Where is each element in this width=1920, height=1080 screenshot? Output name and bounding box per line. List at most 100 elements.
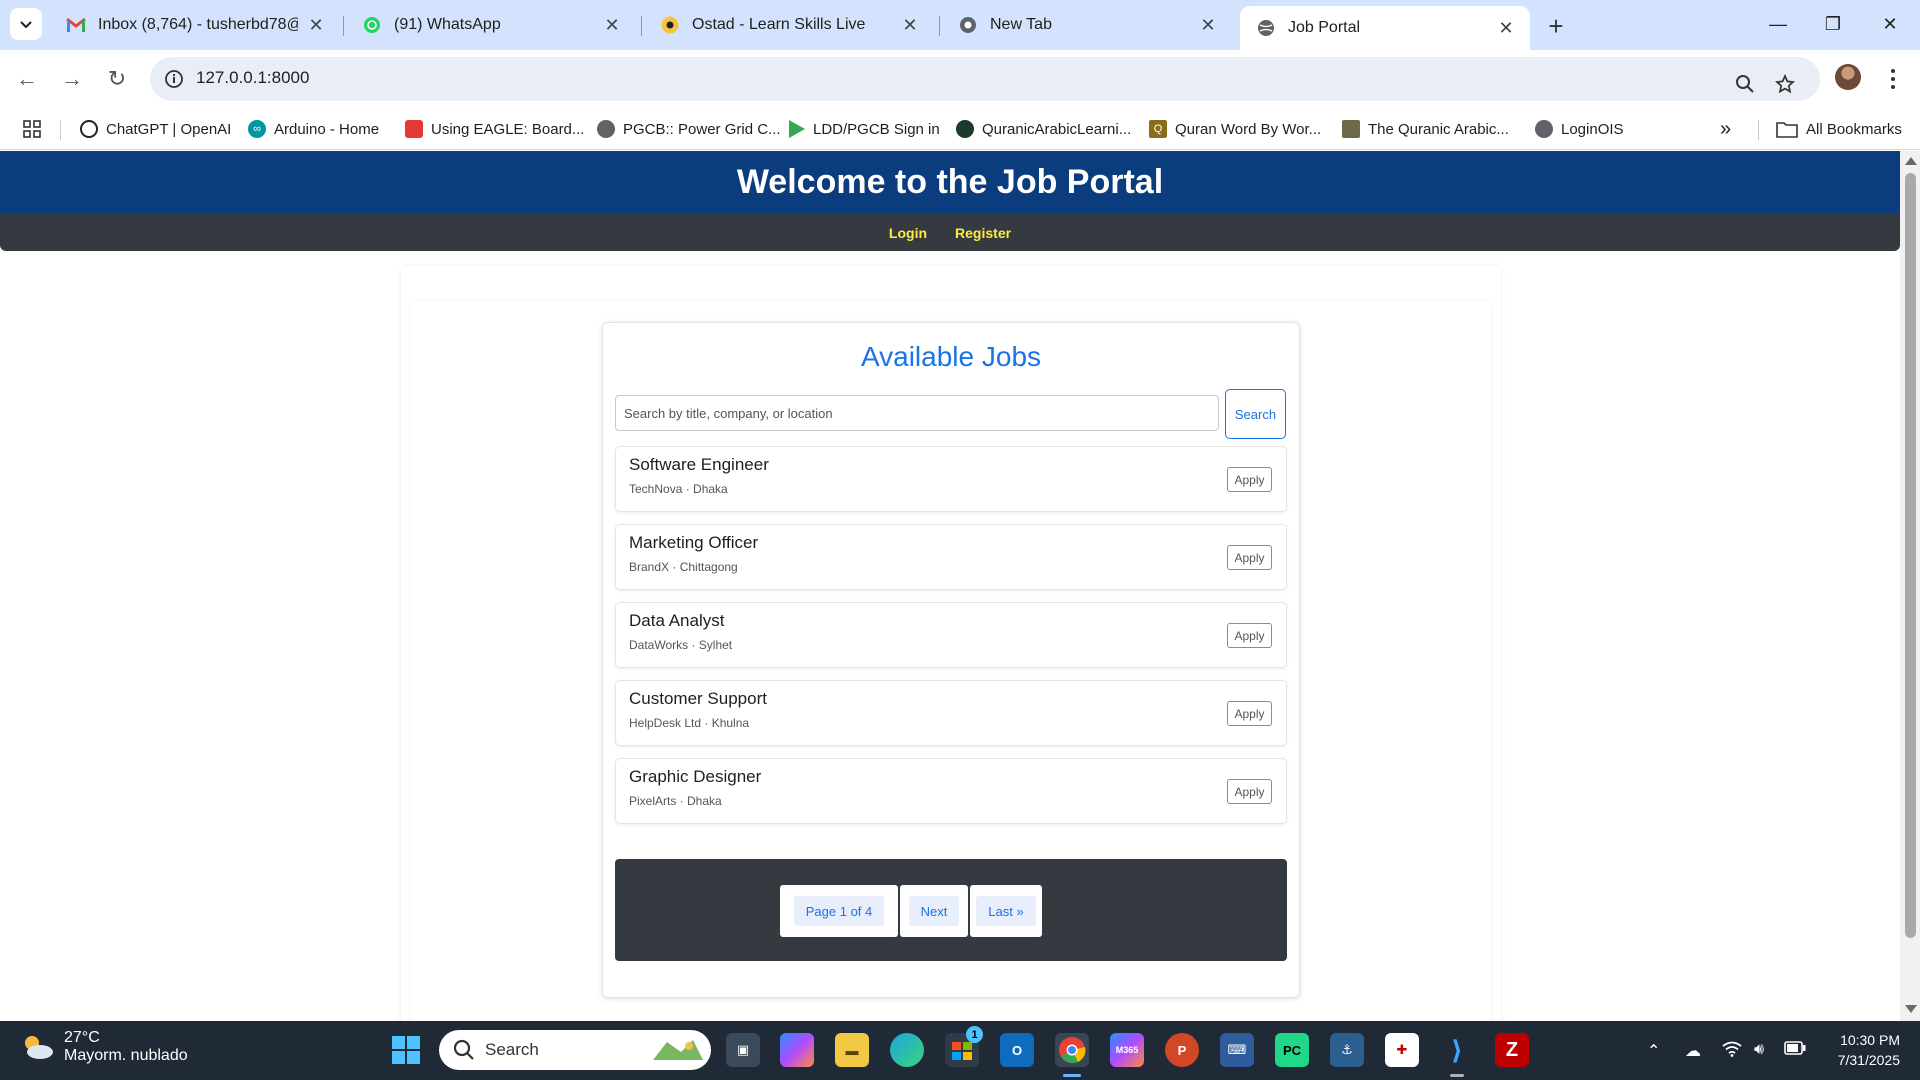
task-view-icon[interactable]: ▣ (726, 1033, 760, 1067)
register-link[interactable]: Register (955, 225, 1011, 241)
tab-job-portal[interactable]: Job Portal ✕ (1240, 6, 1530, 50)
address-bar[interactable]: 127.0.0.1:8000 (150, 57, 1820, 101)
close-window-button[interactable]: ✕ (1870, 8, 1910, 40)
globe-icon (1535, 120, 1553, 138)
close-icon[interactable]: ✕ (602, 15, 622, 35)
filezilla-icon[interactable]: Z (1495, 1033, 1529, 1067)
scroll-up-icon[interactable] (1905, 157, 1917, 165)
bookmark-pgcb[interactable]: PGCB:: Power Grid C... (597, 116, 781, 142)
tab-ostad[interactable]: Ostad - Learn Skills Live ✕ (644, 6, 934, 44)
bookmark-quran-word-by-word[interactable]: Q Quran Word By Wor... (1149, 116, 1321, 142)
weather-desc: Mayorm. nublado (64, 1047, 188, 1064)
tab-new-tab[interactable]: New Tab ✕ (942, 6, 1232, 44)
apply-button[interactable]: Apply (1227, 779, 1272, 804)
bookmarks-overflow-icon[interactable]: » (1720, 116, 1731, 142)
tray-chevron-up-icon[interactable]: ⌃ (1647, 1041, 1660, 1061)
job-title[interactable]: Marketing Officer (629, 533, 758, 553)
apply-button[interactable]: Apply (1227, 545, 1272, 570)
whatsapp-icon (362, 15, 382, 35)
close-icon[interactable]: ✕ (306, 15, 326, 35)
bookmark-chatgpt[interactable]: ChatGPT | OpenAI (80, 116, 231, 142)
bookmark-star-icon[interactable] (1770, 69, 1800, 99)
windows-start-icon[interactable] (389, 1033, 423, 1067)
forward-button[interactable]: → (57, 64, 87, 94)
login-link[interactable]: Login (889, 225, 927, 241)
scroll-down-icon[interactable] (1905, 1005, 1917, 1013)
scroll-thumb[interactable] (1905, 173, 1916, 938)
next-page-button[interactable]: Next (908, 896, 960, 926)
globe-icon (597, 120, 615, 138)
powerpoint-icon[interactable]: P (1165, 1033, 1199, 1067)
bookmark-quranic-arabic-learning[interactable]: QuranicArabicLearni... (956, 116, 1131, 142)
pagination-last[interactable]: Last » (970, 885, 1042, 937)
search-button[interactable]: Search (1225, 389, 1286, 439)
arduino-icon: ∞ (248, 120, 266, 138)
bookmark-arduino[interactable]: ∞ Arduino - Home (248, 116, 379, 142)
outlook-icon[interactable]: O (1000, 1033, 1034, 1067)
tab-search-button[interactable] (10, 8, 42, 40)
remote-desktop-icon[interactable]: ⌨ (1220, 1033, 1254, 1067)
jobs-card: Available Jobs Search Software Engineer … (602, 322, 1300, 998)
weather-widget[interactable]: 27°C Mayorm. nublado (20, 1029, 188, 1065)
new-tab-button[interactable]: + (1542, 11, 1570, 41)
wifi-icon[interactable] (1722, 1041, 1742, 1062)
onedrive-cloud-icon[interactable]: ☁ (1685, 1041, 1701, 1061)
restore-button[interactable]: ❐ (1813, 8, 1853, 40)
bookmark-loginois[interactable]: LoginOIS (1535, 116, 1624, 142)
mysql-workbench-icon[interactable]: ⚓ (1330, 1033, 1364, 1067)
apply-button[interactable]: Apply (1227, 623, 1272, 648)
minimize-button[interactable]: — (1758, 8, 1798, 40)
job-search-input[interactable] (615, 395, 1219, 431)
file-explorer-icon[interactable]: ▬ (835, 1033, 869, 1067)
browser-menu-icon[interactable] (1885, 64, 1901, 94)
openai-icon (80, 120, 98, 138)
microsoft-store-icon[interactable]: 1 (945, 1026, 983, 1067)
zoom-icon[interactable] (1730, 69, 1760, 99)
pycharm-icon[interactable]: PC (1275, 1033, 1309, 1067)
apply-button[interactable]: Apply (1227, 701, 1272, 726)
edge-icon[interactable] (890, 1033, 924, 1067)
close-icon[interactable]: ✕ (1496, 18, 1516, 38)
search-highlight-icon (653, 1040, 703, 1060)
back-button[interactable]: ← (12, 64, 42, 94)
tab-gmail[interactable]: Inbox (8,764) - tusherbd78@gm ✕ (50, 6, 340, 44)
system-clock[interactable]: 10:30 PM 7/31/2025 (1820, 1030, 1900, 1070)
bookmark-quranic-arabic[interactable]: The Quranic Arabic... (1342, 116, 1509, 142)
tab-divider (343, 16, 344, 36)
site-info-icon[interactable] (162, 67, 186, 91)
volume-icon[interactable]: 🔊︎ (1754, 1041, 1764, 1059)
all-bookmarks-button[interactable]: All Bookmarks (1776, 116, 1902, 142)
apps-grid-icon[interactable] (22, 116, 42, 142)
chevron-down-icon (20, 21, 32, 29)
battery-icon[interactable] (1784, 1041, 1806, 1060)
pagination-next[interactable]: Next (900, 885, 968, 937)
bookmark-label: LoginOIS (1561, 120, 1624, 138)
vscode-icon[interactable]: ⟩ (1440, 1033, 1474, 1067)
chrome-taskbar-icon[interactable] (1055, 1033, 1089, 1067)
profile-avatar[interactable] (1835, 64, 1861, 90)
close-icon[interactable]: ✕ (1198, 15, 1218, 35)
job-title[interactable]: Data Analyst (629, 611, 724, 631)
job-title[interactable]: Graphic Designer (629, 767, 761, 787)
bookmark-eagle[interactable]: Using EAGLE: Board... (405, 116, 584, 142)
reload-button[interactable]: ↻ (102, 64, 132, 94)
job-title[interactable]: Software Engineer (629, 455, 769, 475)
job-title[interactable]: Customer Support (629, 689, 767, 709)
bookmark-label: QuranicArabicLearni... (982, 120, 1132, 138)
taskbar-search[interactable]: Search (439, 1030, 711, 1070)
apply-button[interactable]: Apply (1227, 467, 1272, 492)
tab-whatsapp[interactable]: (91) WhatsApp ✕ (346, 6, 636, 44)
copilot-icon[interactable] (780, 1033, 814, 1067)
pagination-bar: Page 1 of 4 Next Last » (615, 859, 1287, 961)
ostad-icon (660, 15, 680, 35)
bookmarks-divider (60, 120, 61, 140)
bookmark-label: Quran Word By Wor... (1175, 120, 1322, 138)
page-scrollbar[interactable] (1900, 151, 1920, 1021)
last-page-button[interactable]: Last » (976, 896, 1036, 926)
tab-label: New Tab (990, 16, 1052, 33)
bookmark-ldd-pgcb[interactable]: LDD/PGCB Sign in (789, 116, 940, 142)
close-icon[interactable]: ✕ (900, 15, 920, 35)
microsoft-365-icon[interactable]: M365 (1110, 1033, 1144, 1067)
bookmark-label: ChatGPT | OpenAI (106, 120, 232, 138)
circuit-tool-icon[interactable]: ✚ (1385, 1033, 1419, 1067)
